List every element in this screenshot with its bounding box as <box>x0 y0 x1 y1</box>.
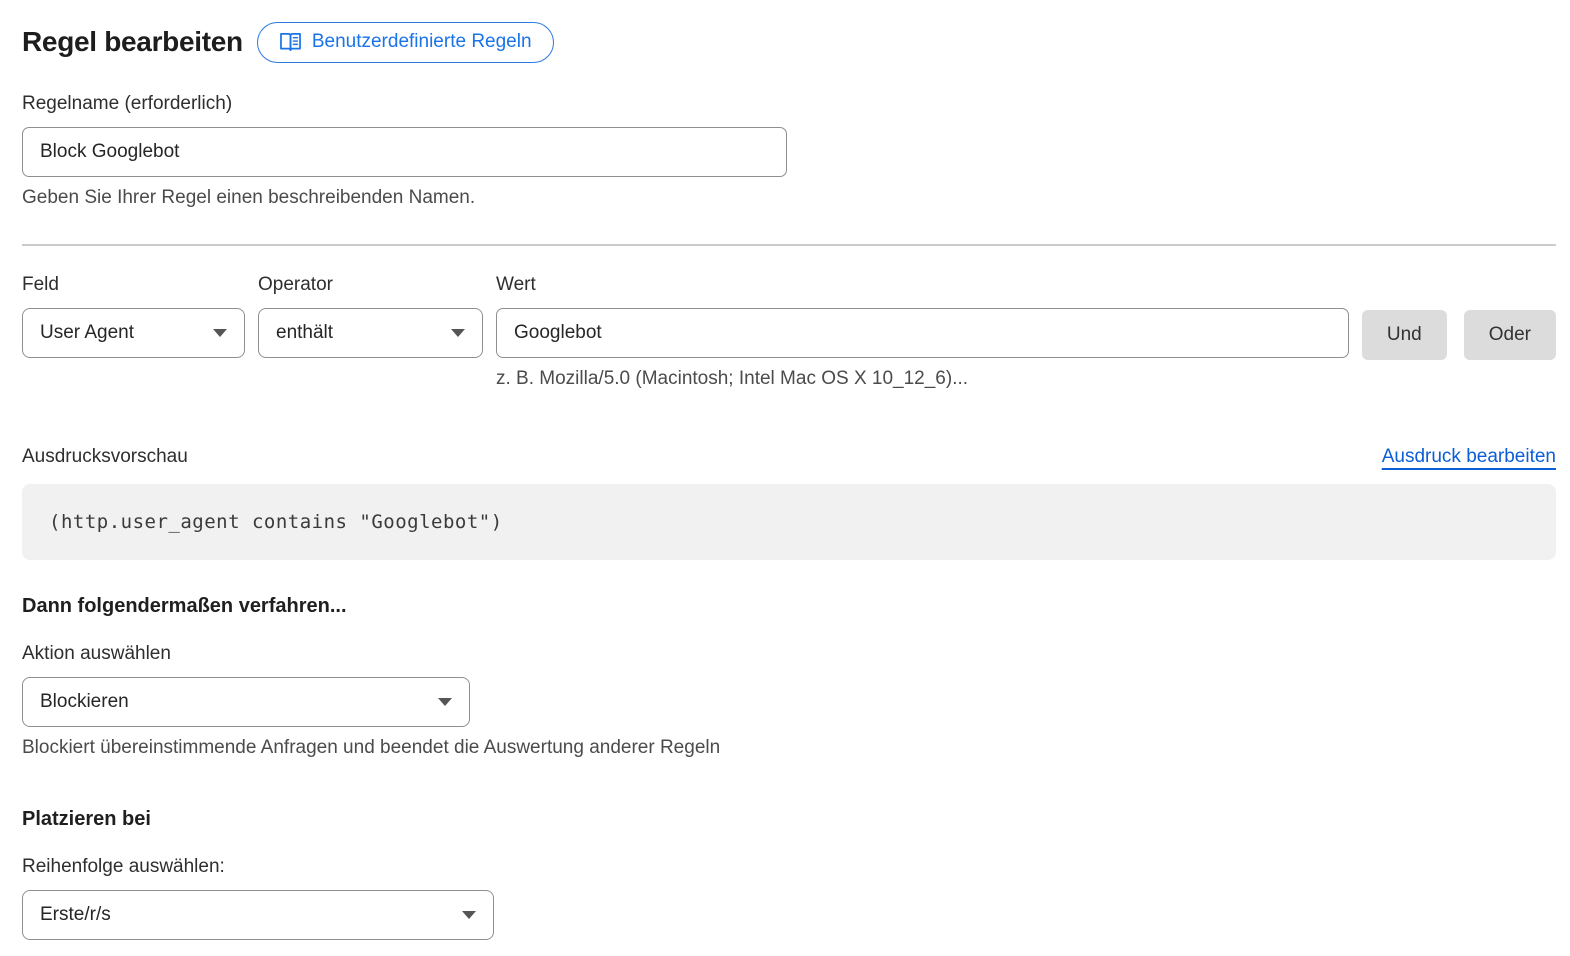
action-label: Aktion auswählen <box>22 643 470 665</box>
action-group: Aktion auswählen Blockieren <box>22 643 470 727</box>
expression-code-block: (http.user_agent contains "Googlebot") <box>22 484 1556 560</box>
placement-section-heading: Platzieren bei <box>22 808 1556 831</box>
action-select-value: Blockieren <box>40 691 129 713</box>
placement-order-select[interactable]: Erste/r/s <box>22 890 494 940</box>
rule-name-helper: Geben Sie Ihrer Regel einen beschreibend… <box>22 187 1556 209</box>
condition-row: Feld User Agent Operator enthält Wert z.… <box>22 274 1556 390</box>
operator-column: Operator enthält <box>258 274 483 358</box>
and-button[interactable]: Und <box>1362 310 1447 360</box>
placement-label: Reihenfolge auswählen: <box>22 856 494 878</box>
rule-name-label: Regelname (erforderlich) <box>22 93 787 115</box>
page-title: Regel bearbeiten <box>22 26 243 58</box>
action-section-heading: Dann folgendermaßen verfahren... <box>22 595 1556 618</box>
action-helper: Blockiert übereinstimmende Anfragen und … <box>22 737 1556 759</box>
value-input[interactable] <box>496 308 1349 358</box>
page-header: Regel bearbeiten Benutzerdefinierte Rege… <box>22 22 1556 63</box>
action-select[interactable]: Blockieren <box>22 677 470 727</box>
placement-group: Reihenfolge auswählen: Erste/r/s <box>22 856 494 940</box>
value-column: Wert z. B. Mozilla/5.0 (Macintosh; Intel… <box>496 274 1349 390</box>
chevron-down-icon <box>438 698 452 706</box>
rule-name-input[interactable] <box>22 127 787 177</box>
field-select-value: User Agent <box>40 322 134 344</box>
field-select[interactable]: User Agent <box>22 308 245 358</box>
operator-select-value: enthält <box>276 322 333 344</box>
edit-expression-link[interactable]: Ausdruck bearbeiten <box>1382 446 1556 468</box>
custom-rules-docs-button[interactable]: Benutzerdefinierte Regeln <box>257 22 554 63</box>
custom-rules-docs-label: Benutzerdefinierte Regeln <box>312 31 532 54</box>
chevron-down-icon <box>213 329 227 337</box>
or-button[interactable]: Oder <box>1464 310 1556 360</box>
edit-rule-form: Regel bearbeiten Benutzerdefinierte Rege… <box>0 0 1570 940</box>
field-label: Feld <box>22 274 245 296</box>
operator-select[interactable]: enthält <box>258 308 483 358</box>
field-column: Feld User Agent <box>22 274 245 358</box>
section-divider <box>22 244 1556 246</box>
value-label: Wert <box>496 274 1349 296</box>
value-helper: z. B. Mozilla/5.0 (Macintosh; Intel Mac … <box>496 368 1349 390</box>
rule-name-group: Regelname (erforderlich) <box>22 93 787 177</box>
placement-order-select-value: Erste/r/s <box>40 904 111 926</box>
expression-preview-header: Ausdrucksvorschau Ausdruck bearbeiten <box>22 446 1556 468</box>
expression-preview-label: Ausdrucksvorschau <box>22 446 188 468</box>
chevron-down-icon <box>451 329 465 337</box>
operator-label: Operator <box>258 274 483 296</box>
open-book-icon <box>279 32 302 52</box>
chevron-down-icon <box>462 911 476 919</box>
